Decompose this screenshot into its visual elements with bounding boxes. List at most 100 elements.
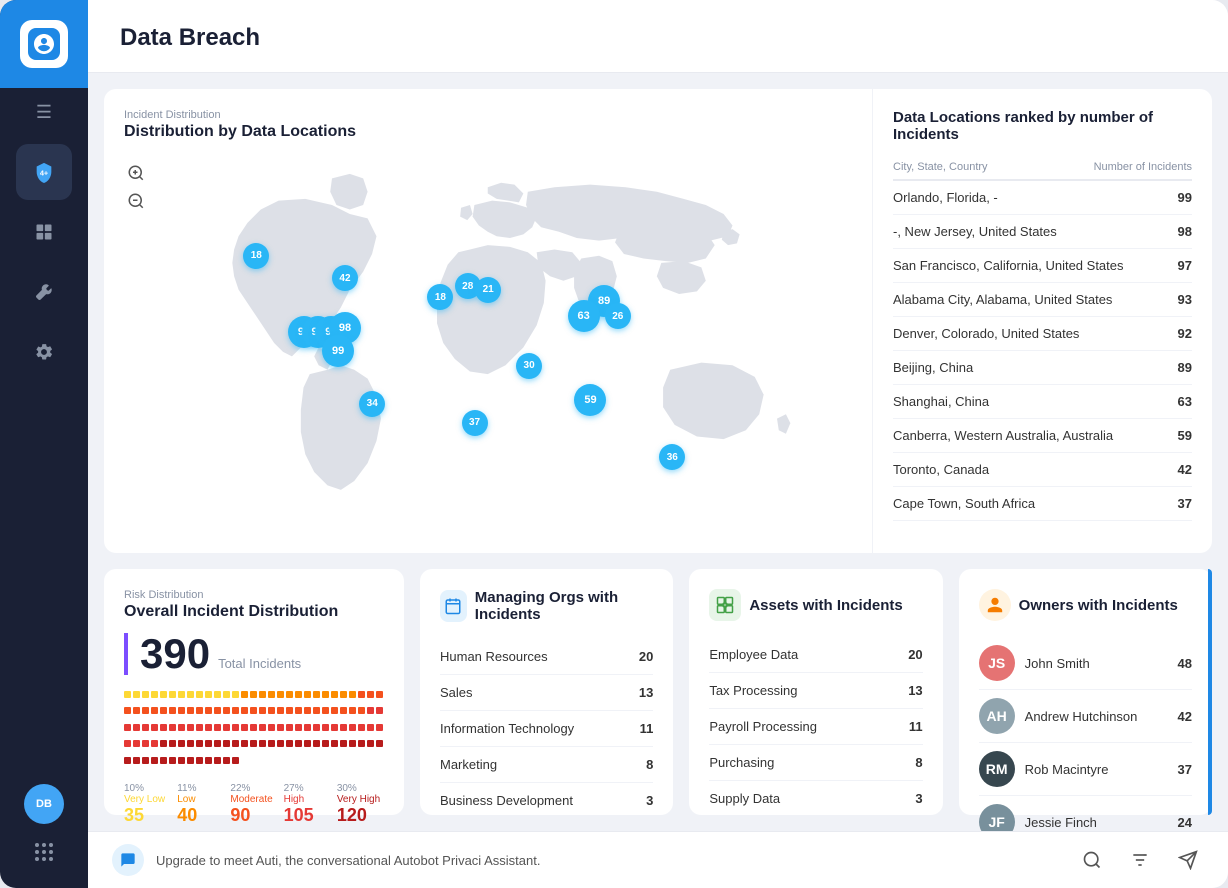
org-count: 20	[639, 649, 653, 664]
risk-dot	[349, 740, 356, 747]
assets-title: Assets with Incidents	[749, 597, 902, 614]
ranking-count: 98	[1178, 224, 1192, 239]
risk-dot	[349, 707, 356, 714]
owner-avatar: AH	[979, 698, 1015, 734]
map-pin[interactable]: 59	[574, 384, 606, 416]
settings-icon	[34, 342, 54, 362]
ranking-row: -, New Jersey, United States98	[893, 215, 1192, 249]
zoom-out-button[interactable]	[124, 189, 148, 213]
risk-dot	[124, 691, 131, 698]
risk-dot	[187, 757, 194, 764]
risk-bar-label: Moderate	[230, 794, 277, 805]
risk-bar-item: 30% Very High 120	[337, 783, 384, 826]
dots-menu[interactable]	[24, 832, 64, 872]
map-pin[interactable]: 42	[332, 265, 358, 291]
sidebar-menu-button[interactable]: ☰	[0, 88, 88, 136]
search-action-button[interactable]	[1076, 844, 1108, 876]
asset-count: 20	[908, 647, 922, 662]
risk-dot	[196, 757, 203, 764]
filter-action-button[interactable]	[1124, 844, 1156, 876]
risk-dot	[241, 691, 248, 698]
owner-info: AH Andrew Hutchinson	[979, 698, 1138, 734]
risk-dot	[349, 691, 356, 698]
map-pin[interactable]: 63	[568, 300, 600, 332]
risk-dot	[124, 707, 131, 714]
map-pin[interactable]: 36	[659, 444, 685, 470]
risk-bar-value: 40	[177, 805, 224, 826]
risk-bar-label: Very Low	[124, 794, 171, 805]
bottom-section: Risk Distribution Overall Incident Distr…	[104, 569, 1212, 815]
risk-dot	[214, 724, 221, 731]
risk-dot	[286, 707, 293, 714]
map-pin[interactable]: 18	[243, 243, 269, 269]
risk-dot	[277, 707, 284, 714]
assets-header: Assets with Incidents	[709, 589, 922, 621]
ranking-count: 89	[1178, 360, 1192, 375]
risk-bar-pct: 11%	[177, 783, 224, 794]
risk-dot	[214, 707, 221, 714]
zoom-in-button[interactable]	[124, 161, 148, 185]
logo-box	[20, 20, 68, 68]
page-title: Data Breach	[120, 24, 1196, 52]
risk-dot	[367, 691, 374, 698]
ranking-location: Beijing, China	[893, 360, 973, 375]
risk-dot	[250, 707, 257, 714]
risk-dot	[196, 724, 203, 731]
managing-orgs-card: Managing Orgs with Incidents Human Resou…	[420, 569, 673, 815]
risk-dot	[151, 740, 158, 747]
map-section-title: Distribution by Data Locations	[124, 123, 836, 141]
risk-dot	[376, 707, 383, 714]
asset-name: Purchasing	[709, 755, 774, 770]
risk-dot	[169, 707, 176, 714]
risk-dot	[232, 707, 239, 714]
sidebar-item-settings[interactable]	[16, 324, 72, 380]
risk-dot	[151, 757, 158, 764]
map-pin[interactable]: 37	[462, 410, 488, 436]
ranking-count: 97	[1178, 258, 1192, 273]
ranking-row: Canberra, Western Australia, Australia59	[893, 419, 1192, 453]
risk-dot	[142, 691, 149, 698]
map-pin[interactable]: 34	[359, 391, 385, 417]
risk-dot	[358, 707, 365, 714]
bottom-bar-message: Upgrade to meet Auti, the conversational…	[156, 853, 1064, 868]
ranking-location: Canberra, Western Australia, Australia	[893, 428, 1113, 443]
map-pin[interactable]: 18	[427, 284, 453, 310]
rankings-col1: City, State, Country	[893, 161, 988, 173]
owner-count: 24	[1178, 815, 1192, 830]
risk-dot	[304, 707, 311, 714]
risk-dot	[205, 740, 212, 747]
dashboard-icon	[34, 222, 54, 242]
orgs-icon	[440, 590, 467, 622]
ranking-row: Beijing, China 89	[893, 351, 1192, 385]
owners-title: Owners with Incidents	[1019, 597, 1178, 614]
user-avatar[interactable]: DB	[24, 784, 64, 824]
map-pin[interactable]: 21	[475, 277, 501, 303]
map-pin[interactable]: 26	[605, 303, 631, 329]
ranking-row: Denver, Colorado, United States92	[893, 317, 1192, 351]
asset-row: Supply Data3	[709, 781, 922, 817]
risk-bar-item: 11% Low 40	[177, 783, 224, 826]
map-pin[interactable]: 30	[516, 353, 542, 379]
page-header: Data Breach	[88, 0, 1228, 73]
map-pin[interactable]: 99	[322, 335, 354, 367]
owner-avatar: JS	[979, 645, 1015, 681]
sidebar-nav: 4+	[16, 136, 72, 784]
sidebar-item-tools[interactable]	[16, 264, 72, 320]
risk-dot	[205, 691, 212, 698]
ranking-count: 42	[1178, 462, 1192, 477]
risk-bar-value: 105	[284, 805, 331, 826]
asset-count: 11	[909, 719, 923, 734]
risk-dot	[250, 724, 257, 731]
rankings-rows: Orlando, Florida, -99-, New Jersey, Unit…	[893, 181, 1192, 521]
sidebar-item-shield[interactable]: 4+	[16, 144, 72, 200]
risk-dot	[133, 724, 140, 731]
risk-dot	[241, 707, 248, 714]
owner-row: AH Andrew Hutchinson 42	[979, 690, 1192, 743]
sidebar-item-dashboard[interactable]	[16, 204, 72, 260]
risk-dot	[295, 707, 302, 714]
risk-dot	[178, 757, 185, 764]
org-name: Business Development	[440, 793, 573, 808]
risk-dot	[142, 757, 149, 764]
owners-accent-bar	[1208, 569, 1212, 815]
share-action-button[interactable]	[1172, 844, 1204, 876]
